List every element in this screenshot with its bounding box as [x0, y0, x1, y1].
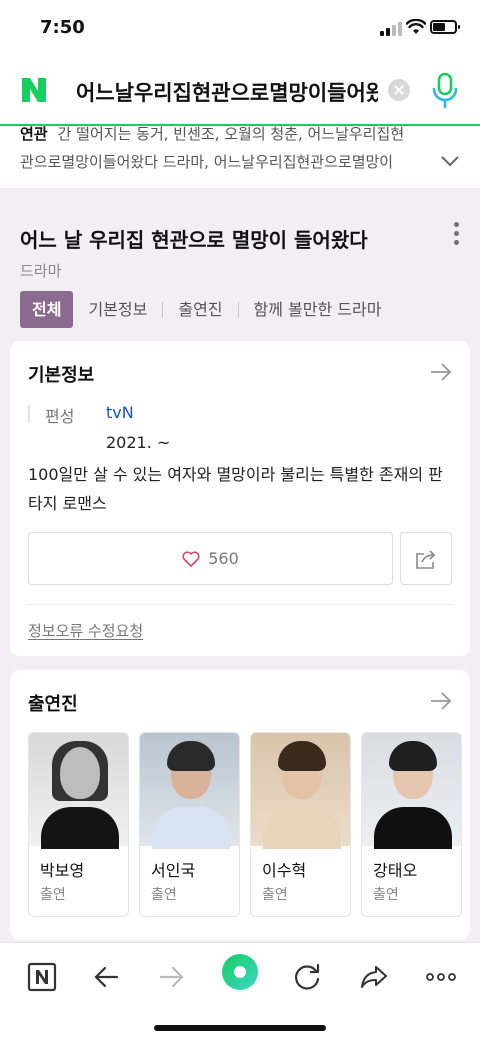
tab-recommended[interactable]: 함께 볼만한 드라마	[239, 291, 397, 328]
cast-photo	[251, 733, 350, 849]
channel-link[interactable]: tvN	[106, 403, 134, 422]
cast-name: 강태오	[373, 861, 418, 880]
synopsis: 100일만 살 수 있는 여자와 멸망이라 불리는 특별한 존재의 판타지 로맨…	[28, 465, 443, 513]
tab-basic-info[interactable]: 기본정보	[73, 291, 162, 328]
wifi-icon	[406, 19, 426, 34]
status-bar: 7:50	[0, 0, 480, 56]
cast-role: 출연	[373, 887, 399, 903]
status-time: 7:50	[40, 17, 85, 38]
tab-cast[interactable]: 출연진	[163, 291, 237, 328]
cast-photo	[29, 733, 128, 849]
tab-all[interactable]: 전체	[20, 291, 74, 328]
cast-role: 출연	[262, 887, 288, 903]
basic-info-card: 기본정보 편성 tvN 2021. ~ 100일만 살 수 있는 여자와 멸망이…	[10, 341, 470, 656]
clear-icon[interactable]	[388, 79, 410, 101]
cast-title[interactable]: 출연진	[28, 690, 78, 716]
report-error-link[interactable]: 정보오류 수정요청	[28, 620, 143, 641]
cast-item[interactable]: 이수혁 출연	[250, 732, 351, 917]
cast-item[interactable]: 강태오 출연	[361, 732, 462, 917]
share-arrow-icon[interactable]	[356, 959, 392, 995]
cast-name: 박보영	[40, 861, 85, 880]
battery-icon	[430, 20, 460, 34]
signal-icon	[380, 22, 402, 36]
related-label: 연관	[20, 125, 48, 143]
chevron-down-icon[interactable]	[440, 154, 460, 168]
reload-icon[interactable]	[289, 959, 325, 995]
cast-item[interactable]: 서인국 출연	[139, 732, 240, 917]
cast-name: 서인국	[151, 861, 196, 880]
genre-label: 드라마	[20, 262, 62, 280]
basic-info-title[interactable]: 기본정보	[28, 361, 94, 387]
cast-name: 이수혁	[262, 861, 307, 880]
air-date: 2021. ~	[106, 433, 171, 452]
like-button[interactable]: 560	[28, 532, 393, 585]
naver-logo-icon[interactable]	[20, 76, 48, 104]
like-count: 560	[208, 549, 239, 568]
more-icon[interactable]	[453, 222, 459, 246]
related-keywords-line1[interactable]: 간 떨어지는 동거, 빈센조, 오월의 청춘, 어느날우리집현	[58, 125, 405, 143]
more-horizontal-icon[interactable]	[423, 959, 459, 995]
page-title: 어느 날 우리집 현관으로 멸망이 들어왔다	[20, 228, 368, 252]
broadcast-label: 편성	[45, 407, 75, 426]
related-keywords-line2[interactable]: 관으로멸망이들어왔다 드라마, 어느날우리집현관으로멸망이	[20, 148, 425, 176]
related-searches: 연관 간 떨어지는 동거, 빈센조, 오월의 청춘, 어느날우리집현 관으로멸망이…	[0, 125, 480, 188]
cast-role: 출연	[40, 887, 66, 903]
home-indicator	[154, 1025, 326, 1031]
mic-icon[interactable]	[430, 72, 460, 110]
arrow-right-icon[interactable]	[430, 692, 452, 710]
heart-icon	[182, 550, 200, 567]
cast-photo	[362, 733, 461, 849]
share-icon	[416, 550, 436, 569]
tab-bar: 전체 기본정보 출연진 함께 볼만한 드라마	[20, 291, 396, 328]
cast-list: 박보영 출연 서인국 출연 이수혁 출연 강태오 출연	[28, 732, 470, 917]
info-divider	[28, 405, 30, 423]
back-icon[interactable]	[88, 959, 124, 995]
naver-home-icon[interactable]	[24, 959, 60, 995]
search-bar: 어느날우리집현관으로멸망이들어왔다	[0, 56, 480, 126]
cast-item[interactable]: 박보영 출연	[28, 732, 129, 917]
cast-card: 출연진 박보영 출연 서인국 출연 이수혁 출연 강태오 출연	[10, 670, 470, 940]
share-button[interactable]	[400, 532, 452, 585]
search-input[interactable]: 어느날우리집현관으로멸망이들어왔다	[76, 77, 378, 105]
browser-toolbar	[0, 942, 480, 1039]
arrow-right-icon[interactable]	[430, 363, 452, 381]
forward-icon[interactable]	[154, 959, 190, 995]
cast-role: 출연	[151, 887, 177, 903]
drama-header: 어느 날 우리집 현관으로 멸망이 들어왔다 드라마 전체 기본정보 출연진 함…	[0, 200, 480, 330]
card-divider	[28, 604, 452, 605]
cast-photo	[140, 733, 239, 849]
green-dot-icon[interactable]	[221, 953, 259, 991]
